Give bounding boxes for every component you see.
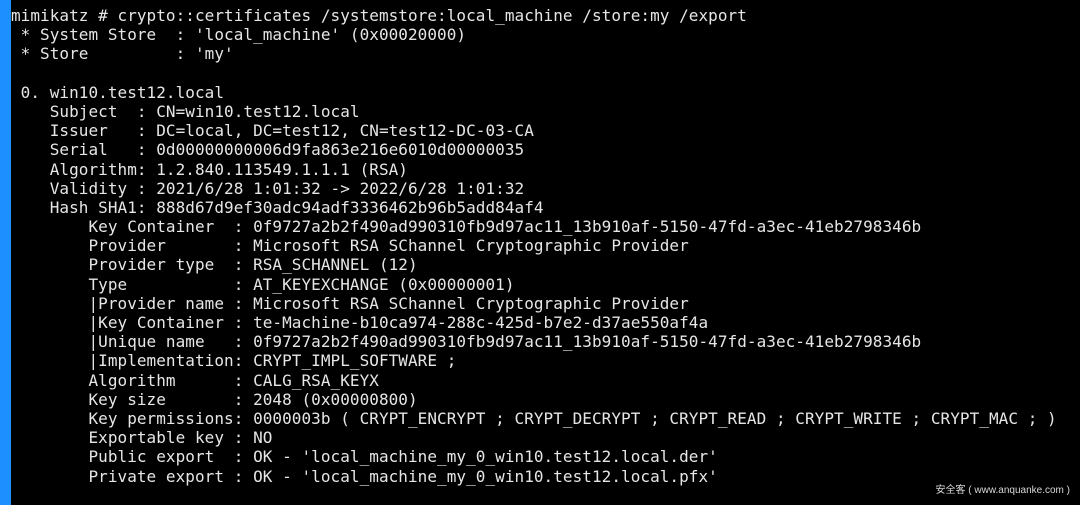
terminal-line: Exportable key : NO [11, 428, 273, 448]
terminal-line: Key Container : 0f9727a2b2f490ad990310fb… [11, 217, 922, 237]
terminal-line: Algorithm: 1.2.840.113549.1.1.1 (RSA) [11, 159, 408, 179]
terminal-output[interactable]: mimikatz # crypto::certificates /systems… [11, 6, 1071, 501]
terminal-line: |Key Container : te-Machine-b10ca974-288… [11, 313, 709, 332]
terminal-line: 0. win10.test12.local [11, 82, 225, 102]
terminal-line: Private export : OK - 'local_machine_my_… [11, 466, 718, 486]
terminal-line: Issuer : DC=local, DC=test12, CN=test12-… [11, 121, 534, 141]
watermark-text: 安全客 ( www.anquanke.com ) [935, 485, 1071, 496]
terminal-line: |Unique name : 0f9727a2b2f490ad990310fb9… [11, 332, 922, 352]
terminal-line: Type : AT_KEYEXCHANGE (0x00000001) [11, 274, 515, 294]
terminal-line: * Store : 'my' [11, 44, 234, 64]
terminal-line: Key permissions: 0000003b ( CRYPT_ENCRYP… [11, 408, 1057, 428]
window-accent-bar [0, 0, 11, 505]
terminal-line: Public export : OK - 'local_machine_my_0… [11, 447, 718, 467]
terminal-line: Hash SHA1: 888d67d9ef30adc94adf3336462b9… [11, 197, 544, 217]
terminal-line: Subject : CN=win10.test12.local [11, 101, 360, 121]
terminal-line: mimikatz # crypto::certificates /systems… [11, 6, 747, 25]
terminal-line: Algorithm : CALG_RSA_KEYX [11, 370, 379, 390]
terminal-line: * System Store : 'local_machine' (0x0002… [11, 25, 467, 45]
terminal-line: Provider type : RSA_SCHANNEL (12) [11, 255, 418, 275]
terminal-line: Validity : 2021/6/28 1:01:32 -> 2022/6/2… [11, 178, 525, 198]
terminal-line: |Implementation: CRYPT_IMPL_SOFTWARE ; [11, 351, 457, 371]
terminal-line: Serial : 0d00000000006d9fa863e216e6010d0… [11, 140, 525, 160]
terminal-line: Key size : 2048 (0x00000800) [11, 389, 418, 409]
terminal-line: |Provider name : Microsoft RSA SChannel … [11, 293, 689, 313]
terminal-line: Provider : Microsoft RSA SChannel Crypto… [11, 236, 689, 256]
